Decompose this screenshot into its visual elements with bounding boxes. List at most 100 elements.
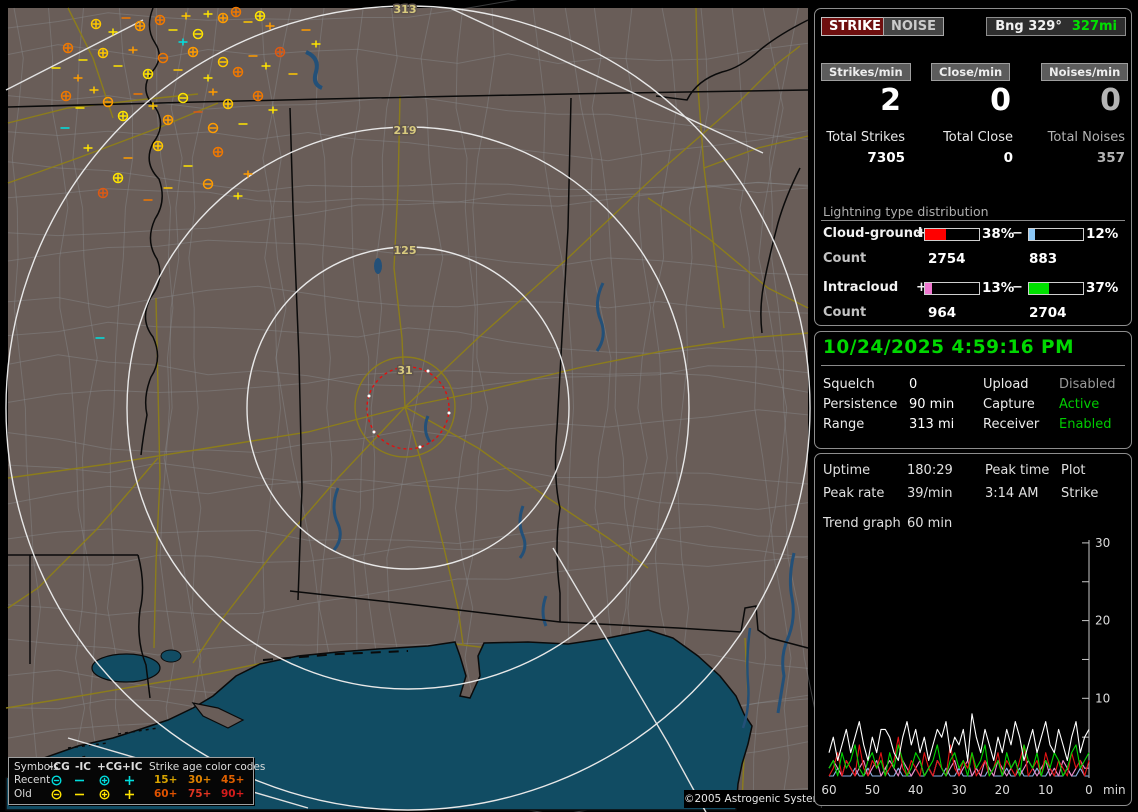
- count-label: Count: [823, 305, 866, 320]
- age-60: 60+: [154, 788, 177, 801]
- recent-ic-minus-icon: [73, 774, 86, 787]
- strike-button[interactable]: STRIKE: [821, 17, 889, 36]
- map-viewport[interactable]: 31321912531 Symbols -CG -IC +CG +IC Stri…: [8, 8, 808, 808]
- app-window: 313 219 125 31 Symbols -CG -IC +CG +IC Stri…: [0, 0, 1138, 812]
- svg-text:10: 10: [1095, 691, 1110, 705]
- capture-label: Capture: [983, 397, 1035, 412]
- trend-graph: 10 20 30 60 50 40 30 20 10 0 min: [815, 532, 1131, 802]
- upload-label: Upload: [983, 377, 1029, 392]
- svg-text:10: 10: [1038, 783, 1053, 797]
- receiver-value: Enabled: [1059, 417, 1112, 432]
- svg-text:60: 60: [821, 783, 836, 797]
- uptime-label: Uptime: [823, 463, 870, 478]
- map-legend: Symbols -CG -IC +CG +IC Strike age color…: [8, 757, 254, 805]
- total-strikes-label: Total Strikes: [817, 130, 905, 145]
- ic-neg-bar: [1028, 282, 1084, 295]
- old-cg-minus-icon: [50, 788, 63, 801]
- svg-text:125: 125: [394, 244, 417, 257]
- intracloud-label: Intracloud: [823, 280, 898, 295]
- close-per-min-value: 0: [927, 83, 1011, 118]
- legend-col-pos-ic: +IC: [122, 761, 142, 774]
- svg-text:219: 219: [394, 124, 417, 137]
- plot-label: Plot: [1061, 463, 1086, 478]
- ic-neg-pct: 37%: [1086, 280, 1118, 296]
- bearing-display: Bng 329° 327mi: [986, 17, 1126, 36]
- legend-col-pos-cg: +CG: [97, 761, 122, 774]
- trend-window-value: 60 min: [907, 516, 952, 531]
- strikes-per-min-chip: Strikes/min: [821, 63, 911, 81]
- minus-sign: −: [1012, 226, 1023, 241]
- range-value: 313 mi: [909, 417, 954, 432]
- legend-age-title: Strike age color codes: [149, 761, 265, 774]
- recent-cg-minus-icon: [50, 774, 63, 787]
- legend-old-label: Old: [14, 788, 32, 801]
- minus-sign: −: [1012, 280, 1023, 295]
- cg-neg-count: 883: [1029, 251, 1057, 267]
- bearing-distance: 327mi: [1072, 19, 1117, 34]
- cloud-ground-label: Cloud-ground: [823, 226, 922, 241]
- svg-text:31: 31: [397, 364, 412, 377]
- distribution-title: Lightning type distribution: [823, 204, 989, 219]
- total-noises-value: 357: [1037, 150, 1125, 166]
- datetime-display: 10/24/2025 4:59:16 PM: [823, 337, 1074, 358]
- divider: [821, 365, 1125, 366]
- divider: [821, 220, 1125, 221]
- total-strikes-value: 7305: [817, 150, 905, 166]
- status-panel: 10/24/2025 4:59:16 PM Squelch 0 Upload D…: [814, 331, 1132, 449]
- total-noises-label: Total Noises: [1037, 130, 1125, 145]
- range-label: Range: [823, 417, 864, 432]
- plot-mode-value: Strike: [1061, 486, 1098, 501]
- noise-button[interactable]: NOISE: [883, 17, 944, 36]
- age-45: 45+: [221, 774, 244, 787]
- strike-stats-panel: STRIKE NOISE Bng 329° 327mi Strikes/min C…: [814, 8, 1132, 326]
- count-label: Count: [823, 251, 866, 266]
- recent-ic-plus-icon: [123, 774, 136, 787]
- trend-panel: Uptime 180:29 Peak time Plot Peak rate 3…: [814, 453, 1132, 806]
- peak-time-label: Peak time: [985, 463, 1049, 478]
- svg-text:30: 30: [951, 783, 966, 797]
- age-30: 30+: [188, 774, 211, 787]
- trend-graph-label: Trend graph: [823, 516, 901, 531]
- svg-text:313: 313: [394, 3, 417, 16]
- svg-text:0: 0: [1085, 783, 1093, 797]
- svg-text:min: min: [1103, 783, 1126, 797]
- uptime-value: 180:29: [907, 463, 953, 478]
- svg-text:20: 20: [1095, 614, 1110, 628]
- old-cg-plus-icon: [98, 788, 111, 801]
- peak-rate-label: Peak rate: [823, 486, 884, 501]
- noises-per-min-value: 0: [1037, 83, 1121, 118]
- persistence-value: 90 min: [909, 397, 954, 412]
- capture-value: Active: [1059, 397, 1099, 412]
- ic-neg-count: 2704: [1029, 305, 1067, 321]
- lightning-map[interactable]: 31321912531: [8, 8, 808, 808]
- recent-cg-plus-icon: [98, 774, 111, 787]
- total-close-value: 0: [925, 150, 1013, 166]
- receiver-label: Receiver: [983, 417, 1039, 432]
- legend-recent-label: Recent: [14, 774, 50, 787]
- svg-text:30: 30: [1095, 536, 1110, 550]
- ic-pos-pct: 13%: [982, 280, 1014, 296]
- old-ic-minus-icon: [73, 788, 86, 801]
- copyright-label: ©2005 Astrogenic Systems: [684, 790, 808, 808]
- squelch-label: Squelch: [823, 377, 875, 392]
- ic-pos-count: 964: [928, 305, 956, 321]
- peak-rate-value: 39/min: [907, 486, 952, 501]
- svg-text:20: 20: [995, 783, 1010, 797]
- ic-pos-bar: [924, 282, 980, 295]
- noises-per-min-chip: Noises/min: [1041, 63, 1128, 81]
- strikes-per-min-value: 2: [817, 83, 901, 118]
- close-per-min-chip: Close/min: [931, 63, 1010, 81]
- legend-col-neg-cg: -CG: [49, 761, 70, 774]
- cg-neg-pct: 12%: [1086, 226, 1118, 242]
- total-close-label: Total Close: [925, 130, 1013, 145]
- persistence-label: Persistence: [823, 397, 897, 412]
- svg-text:50: 50: [865, 783, 880, 797]
- cg-pos-bar: [924, 228, 980, 241]
- peak-time-value: 3:14 AM: [985, 486, 1038, 501]
- cg-pos-pct: 38%: [982, 226, 1014, 242]
- legend-col-neg-ic: -IC: [75, 761, 91, 774]
- svg-text:40: 40: [908, 783, 923, 797]
- bearing-label: Bng 329°: [995, 19, 1062, 34]
- age-90: 90+: [221, 788, 244, 801]
- squelch-value: 0: [909, 377, 917, 392]
